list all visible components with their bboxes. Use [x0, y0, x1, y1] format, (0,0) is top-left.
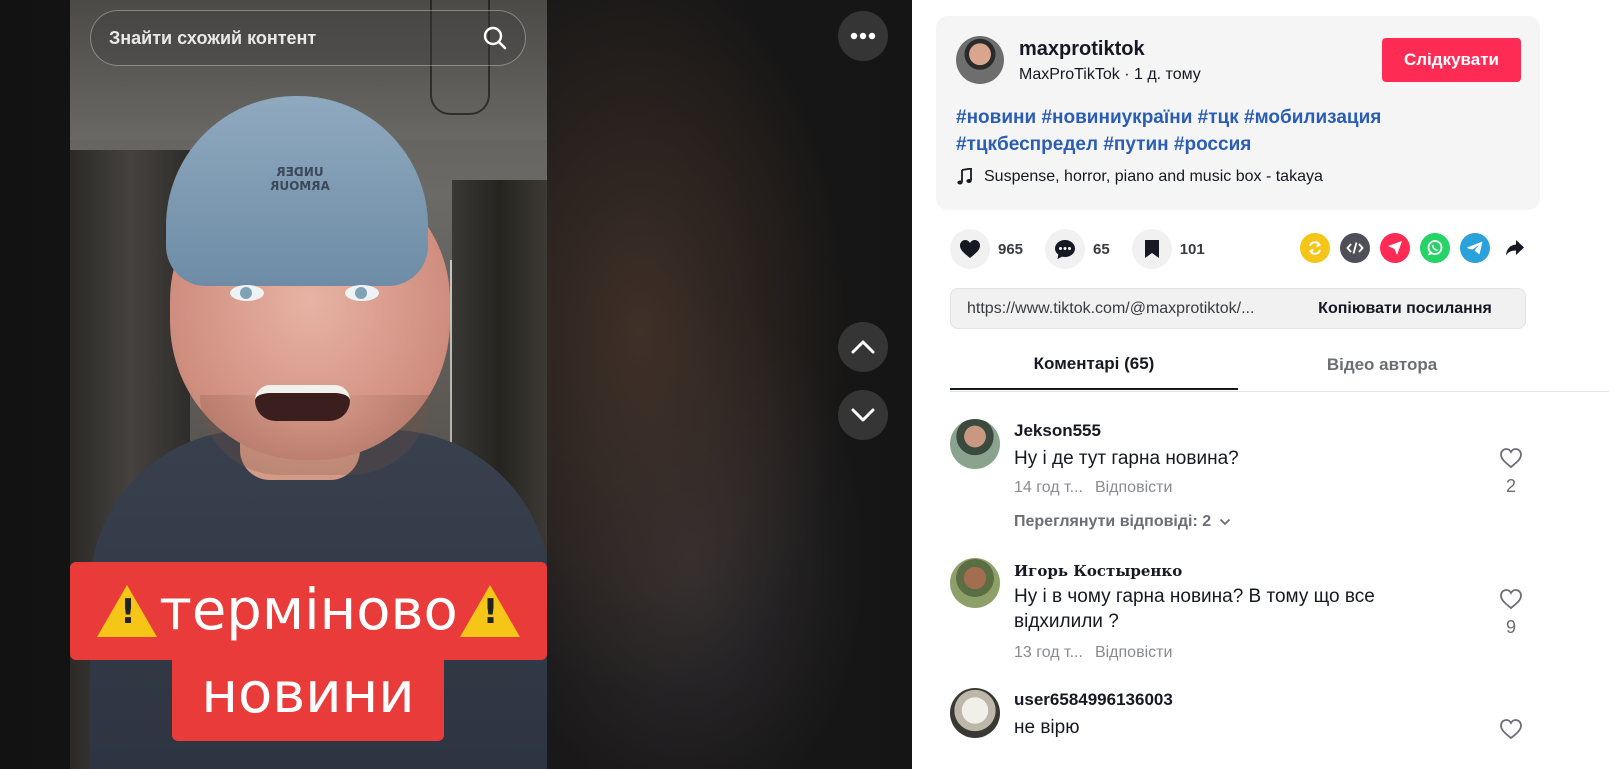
save-count: 101 — [1179, 240, 1205, 258]
comment-like-count: 2 — [1505, 476, 1516, 496]
caption-line2: новини — [201, 660, 415, 726]
chevron-up-icon — [851, 340, 875, 354]
comment-like-button[interactable] — [1496, 718, 1526, 745]
details-panel: maxprotiktok MaxProTikTok · 1 д. тому Сл… — [912, 0, 1609, 769]
commenter-username[interactable]: user6584996136003 — [1014, 690, 1173, 710]
person-mouth — [255, 385, 350, 421]
commenter-username[interactable]: Jekson555 — [1014, 421, 1101, 441]
video-url[interactable]: https://www.tiktok.com/@maxprotiktok/... — [951, 300, 1285, 318]
comment-meta: 13 год т... Відповісти — [1014, 644, 1172, 662]
video-caption-news: новини — [172, 645, 444, 741]
person-eye-left — [230, 285, 264, 301]
telegram-icon[interactable] — [1460, 233, 1490, 263]
reply-button[interactable]: Відповісти — [1095, 479, 1172, 496]
bookmark-icon — [1144, 240, 1159, 258]
comment-text: Ну і де тут гарна новина? — [1014, 448, 1239, 469]
like-count: 965 — [998, 240, 1024, 258]
comment-text: Ну і в чому гарна новина? В тому що все … — [1014, 586, 1375, 632]
reply-button[interactable]: Відповісти — [1095, 644, 1172, 661]
music-title: Suspense, horror, piano and music box - … — [984, 168, 1323, 185]
commenter-username[interactable]: Игорь Костыренко — [1014, 562, 1182, 580]
comment-like-button[interactable]: 9 — [1496, 588, 1526, 638]
warning-icon — [459, 585, 520, 637]
similar-content-search[interactable] — [90, 10, 526, 66]
like-button[interactable]: 965 — [950, 229, 1023, 269]
chevron-down-icon — [851, 408, 875, 422]
action-bar: 965 65 101 — [950, 228, 1227, 270]
previous-video-button[interactable] — [838, 322, 888, 372]
chevron-down-icon — [1220, 518, 1231, 526]
post-time: 1 д. тому — [1133, 66, 1201, 83]
comment-like-button[interactable]: 2 — [1496, 447, 1526, 497]
share-bar — [1300, 233, 1530, 263]
heart-outline-icon — [1500, 719, 1522, 740]
search-icon[interactable] — [481, 24, 509, 52]
comment-text: не вірю — [1014, 717, 1080, 738]
author-username[interactable]: maxprotiktok — [1019, 38, 1145, 61]
heart-outline-icon — [1500, 589, 1522, 610]
tab-comments[interactable]: Коментарі (65) — [950, 340, 1238, 390]
whatsapp-icon[interactable] — [1420, 233, 1450, 263]
heart-icon — [960, 240, 980, 258]
more-options-button[interactable] — [838, 11, 888, 61]
comment-bubble-icon — [1055, 239, 1076, 259]
next-video-button[interactable] — [838, 390, 888, 440]
video-player-area: UNDER ARMOUR терміново новини — [0, 0, 912, 769]
search-input[interactable] — [109, 27, 481, 49]
commenter-avatar[interactable] — [950, 419, 1000, 469]
comment-item: user6584996136003 не вірю — [950, 688, 1550, 769]
comment-item: Игорь Костыренко Ну і в чому гарна новин… — [950, 558, 1550, 668]
copy-link-box: https://www.tiktok.com/@maxprotiktok/...… — [950, 288, 1526, 329]
hashtag-link[interactable]: #тцкбеспредел — [956, 134, 1098, 155]
author-card: maxprotiktok MaxProTikTok · 1 д. тому Сл… — [936, 16, 1540, 210]
hashtag-link[interactable]: #россия — [1174, 134, 1251, 155]
comment-button[interactable]: 65 — [1045, 229, 1110, 269]
panel-tabs: Коментарі (65) Відео автора — [950, 340, 1609, 392]
warning-icon — [97, 585, 158, 637]
view-replies-button[interactable]: Переглянути відповіді: 2 — [1014, 513, 1231, 531]
tab-author-videos[interactable]: Відео автора — [1238, 340, 1526, 390]
comment-time: 13 год т... — [1014, 644, 1083, 661]
hashtag-link[interactable]: #новини — [956, 107, 1036, 128]
cap-logo: UNDER ARMOUR — [270, 165, 330, 193]
follow-button[interactable]: Слідкувати — [1382, 38, 1521, 82]
byline-separator: · — [1119, 66, 1134, 83]
commenter-avatar[interactable] — [950, 688, 1000, 738]
embed-code-icon[interactable] — [1340, 233, 1370, 263]
hashtag-link[interactable]: #новиниукраїни — [1041, 107, 1192, 128]
comment-count: 65 — [1093, 240, 1110, 258]
comment-meta: 14 год т... Відповісти — [1014, 479, 1172, 497]
send-direct-icon[interactable] — [1380, 233, 1410, 263]
author-byline: MaxProTikTok · 1 д. тому — [1019, 66, 1201, 84]
heart-outline-icon — [1500, 448, 1522, 469]
author-avatar[interactable] — [956, 36, 1004, 84]
hashtag-link[interactable]: #путин — [1103, 134, 1168, 155]
caption-line1: терміново — [159, 578, 458, 643]
hashtag-link[interactable]: #тцк — [1198, 107, 1239, 128]
comment-time: 14 год т... — [1014, 479, 1083, 496]
copy-link-button[interactable]: Копіювати посилання — [1285, 289, 1525, 328]
repost-icon[interactable] — [1300, 233, 1330, 263]
share-arrow-icon[interactable] — [1500, 233, 1530, 263]
view-replies-label: Переглянути відповіді: 2 — [1014, 513, 1212, 530]
author-display-name: MaxProTikTok — [1019, 66, 1120, 83]
comment-item: Jekson555 Ну і де тут гарна новина? 14 г… — [950, 419, 1550, 539]
hashtag-link[interactable]: #мобилизация — [1244, 107, 1381, 128]
more-dots-icon — [850, 32, 876, 40]
comment-like-count: 9 — [1505, 617, 1516, 637]
person-eye-right — [345, 285, 379, 301]
commenter-avatar[interactable] — [950, 558, 1000, 608]
music-track[interactable]: Suspense, horror, piano and music box - … — [956, 168, 1323, 186]
music-note-icon — [957, 168, 972, 185]
hashtags: #новини #новиниукраїни #тцк #мобилизация… — [956, 104, 1516, 158]
save-button[interactable]: 101 — [1131, 229, 1205, 269]
